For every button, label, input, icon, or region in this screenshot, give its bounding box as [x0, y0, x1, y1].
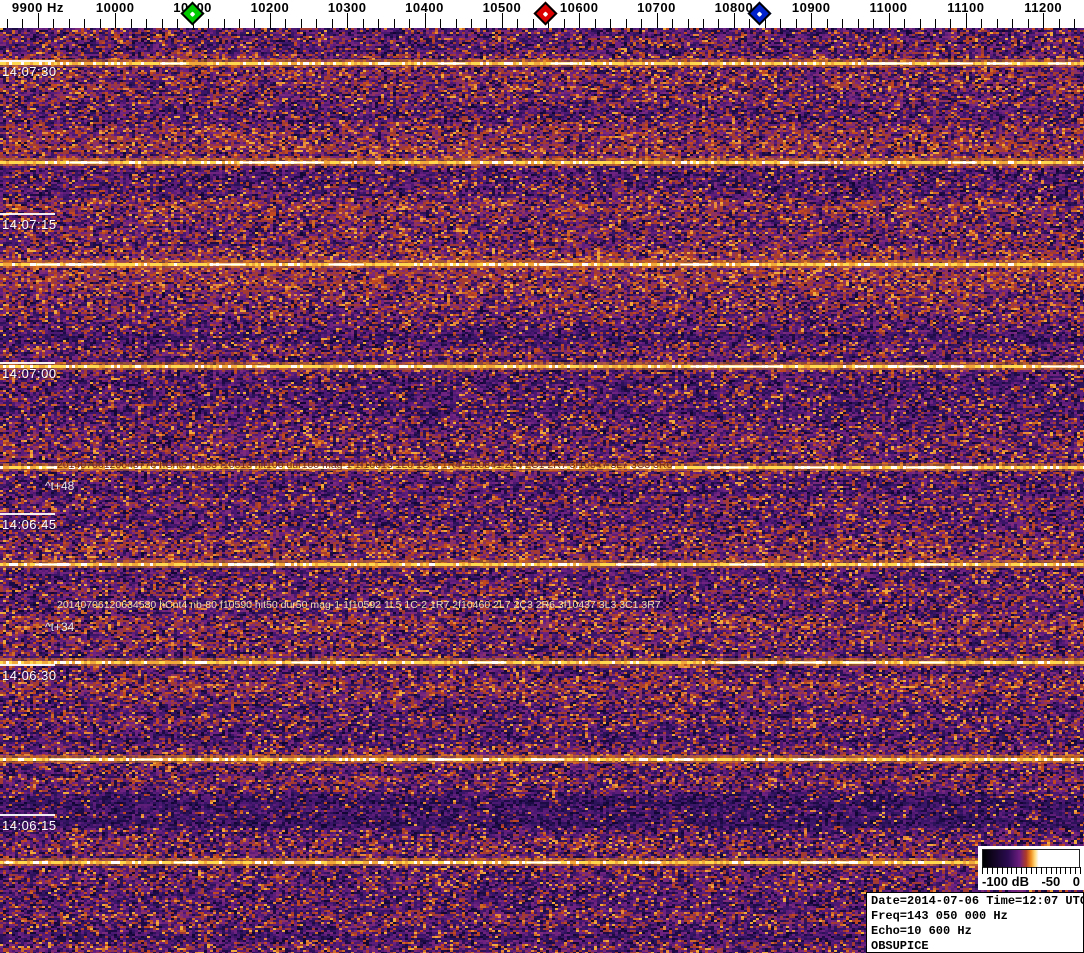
frequency-marker-diamond-red[interactable] — [534, 1, 558, 25]
frequency-tick-label: 10700 — [637, 0, 676, 15]
frequency-tick — [579, 13, 580, 28]
frequency-tick — [177, 19, 178, 28]
frequency-tick-label: 10200 — [251, 0, 290, 15]
frequency-tick — [858, 19, 859, 28]
frequency-tick — [115, 13, 116, 28]
frequency-tick — [564, 19, 565, 28]
frequency-tick — [208, 19, 209, 28]
frequency-tick — [440, 19, 441, 28]
frequency-tick — [718, 19, 719, 28]
frequency-tick — [889, 13, 890, 28]
frequency-tick — [935, 19, 936, 28]
frequency-tick — [270, 13, 271, 28]
frequency-tick — [1043, 13, 1044, 28]
frequency-tick — [610, 19, 611, 28]
frequency-tick — [316, 19, 317, 28]
frequency-tick — [131, 19, 132, 28]
frequency-ruler: 9900 Hz100001010010200103001040010500106… — [0, 0, 1084, 28]
spectrogram-canvas — [0, 28, 1084, 953]
frequency-tick — [997, 19, 998, 28]
marker-center-dot — [757, 11, 763, 17]
frequency-tick — [672, 19, 673, 28]
frequency-tick — [842, 19, 843, 28]
frequency-tick — [471, 19, 472, 28]
frequency-tick — [517, 19, 518, 28]
frequency-tick — [749, 19, 750, 28]
frequency-tick — [254, 19, 255, 28]
frequency-tick-label: 10600 — [560, 0, 599, 15]
frequency-tick — [657, 13, 658, 28]
marker-center-dot — [190, 11, 196, 17]
frequency-tick — [38, 13, 39, 28]
frequency-tick — [827, 19, 828, 28]
frequency-tick-label: 10500 — [483, 0, 522, 15]
frequency-tick-label: 11100 — [947, 0, 984, 15]
frequency-tick-label: 9900 Hz — [12, 0, 64, 15]
frequency-tick — [425, 13, 426, 28]
frequency-tick — [626, 19, 627, 28]
marker-center-dot — [543, 11, 549, 17]
frequency-tick — [734, 13, 735, 28]
frequency-tick — [285, 19, 286, 28]
frequency-tick — [7, 19, 8, 28]
frequency-tick — [69, 19, 70, 28]
frequency-tick — [1012, 19, 1013, 28]
frequency-tick — [456, 19, 457, 28]
frequency-tick — [100, 19, 101, 28]
frequency-tick — [409, 19, 410, 28]
frequency-tick — [394, 19, 395, 28]
frequency-tick — [796, 19, 797, 28]
frequency-tick — [920, 19, 921, 28]
frequency-tick — [332, 19, 333, 28]
frequency-tick — [301, 19, 302, 28]
frequency-tick — [84, 19, 85, 28]
frequency-tick — [811, 13, 812, 28]
frequency-tick — [378, 19, 379, 28]
frequency-tick — [873, 19, 874, 28]
radio-meteor-spectrogram-window: 9900 Hz100001010010200103001040010500106… — [0, 0, 1084, 953]
frequency-tick — [162, 19, 163, 28]
frequency-tick — [1028, 19, 1029, 28]
frequency-tick — [688, 19, 689, 28]
frequency-tick-label: 10300 — [328, 0, 367, 15]
frequency-tick-label: 11000 — [870, 0, 908, 15]
frequency-tick-label: 10900 — [792, 0, 831, 15]
frequency-tick — [595, 19, 596, 28]
frequency-tick-label: 10000 — [96, 0, 135, 15]
frequency-tick — [981, 19, 982, 28]
frequency-tick — [1059, 19, 1060, 28]
frequency-tick — [502, 13, 503, 28]
frequency-tick — [533, 19, 534, 28]
frequency-tick — [146, 19, 147, 28]
frequency-tick — [486, 19, 487, 28]
frequency-tick-label: 11200 — [1024, 0, 1062, 15]
frequency-tick-label: 10400 — [405, 0, 444, 15]
frequency-tick — [224, 19, 225, 28]
frequency-tick — [239, 19, 240, 28]
frequency-tick — [53, 19, 54, 28]
frequency-tick — [703, 19, 704, 28]
frequency-tick — [950, 19, 951, 28]
frequency-tick — [765, 19, 766, 28]
frequency-tick — [347, 13, 348, 28]
frequency-tick — [1074, 19, 1075, 28]
frequency-tick — [780, 19, 781, 28]
frequency-tick — [641, 19, 642, 28]
frequency-tick — [363, 19, 364, 28]
frequency-tick — [904, 19, 905, 28]
frequency-tick — [966, 13, 967, 28]
frequency-tick — [22, 19, 23, 28]
